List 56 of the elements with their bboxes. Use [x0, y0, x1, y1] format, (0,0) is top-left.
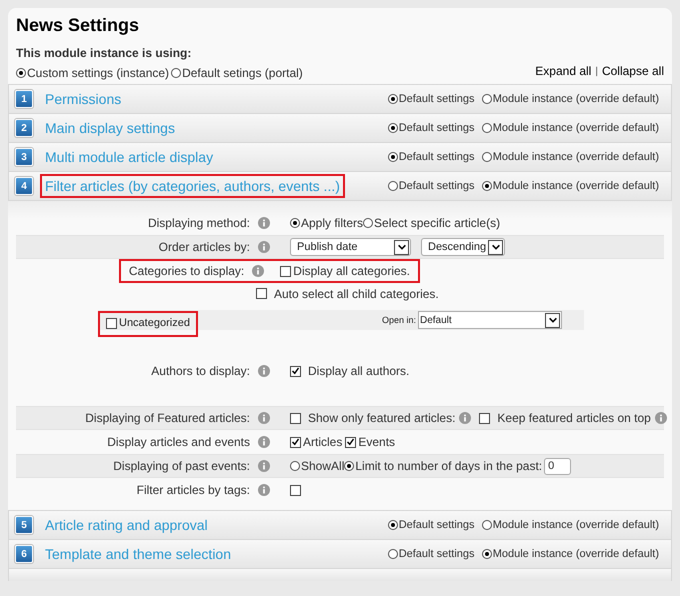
- section-header[interactable]: 4 Filter articles (by categories, authors, events ...) Default settings Module instance (override default): [8, 171, 672, 200]
- radio-option[interactable]: Module instance (override default): [482, 180, 659, 192]
- checkbox-option[interactable]: Events: [345, 435, 398, 449]
- dropdown-select[interactable]: Publish date: [290, 238, 411, 256]
- checkbox-option[interactable]: Display all categories.: [280, 264, 410, 278]
- section-number: 5: [15, 516, 33, 534]
- open-in-label: Open in:: [382, 315, 416, 325]
- radio-option[interactable]: Default settings: [388, 180, 482, 192]
- radio-option[interactable]: Module instance (override default): [482, 519, 659, 531]
- page-title: News Settings: [16, 14, 140, 36]
- radio-option[interactable]: ShowAll: [290, 459, 344, 473]
- radio-option[interactable]: Module instance (override default): [482, 151, 659, 163]
- collapse-all-link[interactable]: Collapse all: [602, 64, 664, 78]
- radio-option[interactable]: Default settings: [388, 519, 482, 531]
- section-header[interactable]: 6 Template and theme selection Default settings Module instance (override default): [8, 539, 672, 568]
- field-label: Order articles by:: [158, 240, 250, 254]
- section-header[interactable]: 2 Main display settings Default settings Module instance (override default): [8, 113, 672, 142]
- field-label: Filter articles by tags:: [136, 483, 250, 497]
- dropdown-select[interactable]: Descending: [421, 238, 506, 256]
- radio-option[interactable]: Default settings: [388, 122, 482, 134]
- radio-option[interactable]: Select specific article(s): [363, 216, 500, 230]
- checkbox-option[interactable]: Show only featured articles:: [290, 411, 456, 425]
- category-checkbox[interactable]: Uncategorized: [98, 311, 198, 337]
- field-label: Displaying of past events:: [113, 459, 250, 473]
- field-label: Authors to display:: [151, 364, 250, 378]
- radio-option[interactable]: Default settings: [388, 151, 482, 163]
- checkbox-option[interactable]: Display all authors.: [290, 364, 410, 378]
- checkbox-option[interactable]: Articles: [290, 435, 346, 449]
- radio-option[interactable]: Default settings: [388, 548, 482, 560]
- checkbox-option[interactable]: Auto select all child categories.: [256, 286, 439, 300]
- radio-option[interactable]: Module instance (override default): [482, 548, 659, 560]
- open-in-select[interactable]: Default: [418, 311, 562, 329]
- checkbox-option[interactable]: Keep featured articles on top: [479, 411, 651, 425]
- days-input[interactable]: 0: [544, 458, 572, 474]
- link-separator: |: [595, 66, 598, 76]
- section-number: 3: [15, 148, 33, 166]
- radio-option[interactable]: Limit to number of days in the past:: [344, 459, 542, 473]
- radio-option[interactable]: Default settings: [388, 93, 482, 105]
- section-number: 4: [15, 177, 33, 195]
- field-label: Categories to display:: [128, 264, 244, 278]
- section-number: 2: [15, 119, 33, 137]
- section-header[interactable]: 3 Multi module article display Default settings Module instance (override default): [8, 142, 672, 171]
- radio-option[interactable]: Default setings (portal): [171, 66, 303, 80]
- section-number: 6: [15, 545, 33, 563]
- section-header[interactable]: 5 Article rating and approval Default settings Module instance (override default): [8, 510, 672, 539]
- field-label: Displaying of Featured articles:: [85, 411, 250, 425]
- section-header[interactable]: 1 Permissions Default settings Module instance (override default): [8, 84, 672, 113]
- radio-option[interactable]: Custom settings (instance): [16, 66, 170, 80]
- field-label: Display articles and events: [107, 435, 250, 449]
- using-label: This module instance is using:: [16, 46, 192, 60]
- radio-option[interactable]: Module instance (override default): [482, 93, 659, 105]
- radio-option[interactable]: Module instance (override default): [482, 122, 659, 134]
- radio-option[interactable]: Apply filters: [290, 216, 364, 230]
- section-number: 1: [15, 90, 33, 108]
- expand-all-link[interactable]: Expand all: [535, 64, 592, 78]
- field-label: Displaying method:: [148, 216, 250, 230]
